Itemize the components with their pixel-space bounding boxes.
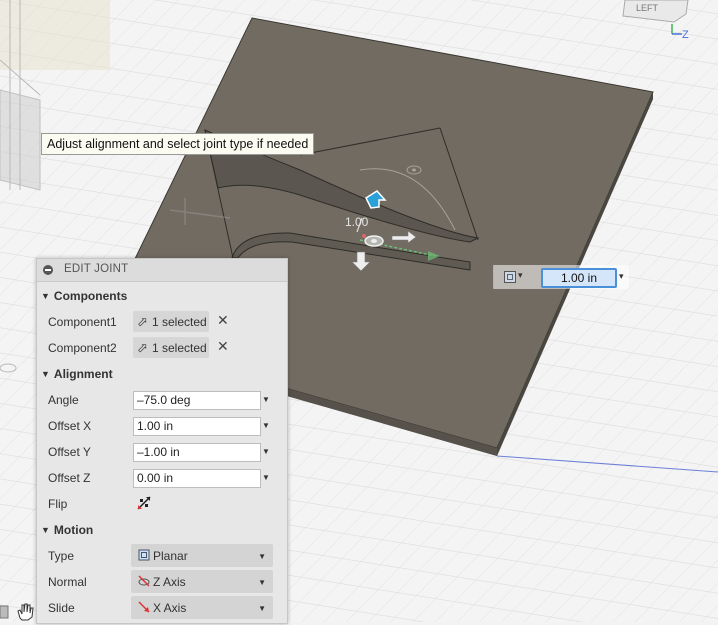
planar-joint-icon (138, 549, 150, 561)
offset-z-input[interactable] (134, 470, 260, 485)
angle-label: Angle (48, 393, 79, 407)
component2-clear-icon[interactable]: ✕ (217, 338, 229, 355)
slide-value: X Axis (153, 601, 187, 615)
pan-hand-icon[interactable] (0, 600, 36, 622)
normal-value: Z Axis (153, 575, 186, 589)
floating-distance-input[interactable] (541, 268, 617, 288)
component2-label: Component2 (48, 341, 117, 355)
component1-clear-icon[interactable]: ✕ (217, 312, 229, 329)
input-mode-dropdown[interactable]: ▾ (504, 270, 526, 284)
x-axis-icon (138, 601, 150, 613)
component1-select-button[interactable]: ⬀ 1 selected (133, 311, 209, 332)
cursor-arrow-icon: ⬀ (137, 314, 148, 329)
tooltip: Adjust alignment and select joint type i… (41, 133, 315, 155)
panel-header: EDIT JOINT (37, 259, 287, 282)
chevron-down-icon: ▼ (258, 578, 266, 587)
component1-label: Component1 (48, 315, 117, 329)
triangle-down-icon: ▼ (41, 291, 50, 301)
normal-label: Normal (48, 575, 87, 589)
component2-select-button[interactable]: ⬀ 1 selected (133, 337, 209, 358)
offset-x-input[interactable] (134, 418, 260, 433)
offset-x-row: Offset X ▼ (37, 413, 287, 439)
z-axis-icon (138, 575, 150, 587)
angle-row: Angle ▼ (37, 387, 287, 413)
viewcube-face-label: LEFT (636, 3, 659, 13)
offset-z-dropdown-icon[interactable]: ▼ (262, 473, 270, 482)
flip-row: Flip (37, 491, 287, 517)
bottom-toolbar (0, 600, 36, 622)
offset-y-input[interactable] (134, 444, 260, 459)
section-alignment-label: Alignment (53, 367, 113, 381)
chevron-down-icon: ▾ (518, 270, 523, 280)
offset-x-label: Offset X (48, 419, 92, 433)
type-row: Type Planar ▼ (37, 543, 287, 569)
normal-dropdown[interactable]: Z Axis ▼ (131, 570, 273, 593)
offset-x-field (133, 417, 261, 436)
manipulator-value-label: 1.00 (345, 215, 369, 229)
type-value: Planar (153, 549, 188, 563)
cursor-arrow-icon: ⬀ (137, 340, 148, 355)
planar-icon (504, 271, 516, 283)
type-label: Type (48, 549, 75, 563)
panel-title: EDIT JOINT (64, 263, 129, 275)
offset-z-label: Offset Z (48, 471, 91, 485)
chevron-down-icon: ▼ (258, 552, 266, 561)
section-components-label: Components (53, 289, 128, 303)
floating-input-dropdown-icon[interactable]: ▾ (619, 271, 624, 282)
triangle-down-icon: ▼ (41, 525, 50, 535)
angle-dropdown-icon[interactable]: ▼ (262, 395, 270, 404)
component2-value: 1 selected (152, 341, 207, 355)
offset-z-field (133, 469, 261, 488)
offset-x-dropdown-icon[interactable]: ▼ (262, 421, 270, 430)
offset-y-dropdown-icon[interactable]: ▼ (262, 447, 270, 456)
edit-joint-panel: EDIT JOINT ▼ Components Component1 ⬀ 1 se… (36, 258, 288, 624)
component1-value: 1 selected (152, 315, 207, 329)
component2-row: Component2 ⬀ 1 selected ✕ (37, 335, 287, 361)
section-motion-label: Motion (53, 523, 94, 537)
chevron-down-icon: ▼ (258, 604, 266, 613)
section-alignment[interactable]: ▼ Alignment (41, 367, 113, 387)
angle-input[interactable] (134, 392, 260, 407)
offset-y-row: Offset Y ▼ (37, 439, 287, 465)
offset-z-row: Offset Z ▼ (37, 465, 287, 491)
slide-row: Slide X Axis ▼ (37, 595, 287, 621)
collapse-icon[interactable] (43, 265, 53, 275)
offset-y-label: Offset Y (48, 445, 91, 459)
slide-label: Slide (48, 601, 75, 615)
type-dropdown[interactable]: Planar ▼ (131, 544, 273, 567)
viewcube-axis-z-label: Z (682, 29, 689, 41)
offset-y-field (133, 443, 261, 462)
section-components[interactable]: ▼ Components (41, 289, 127, 309)
flip-icon[interactable] (137, 496, 151, 510)
component1-row: Component1 ⬀ 1 selected ✕ (37, 309, 287, 335)
floating-offset-input: ▾ ▾ (493, 265, 629, 289)
section-motion[interactable]: ▼ Motion (41, 523, 93, 543)
triangle-down-icon: ▼ (41, 369, 50, 379)
normal-row: Normal Z Axis ▼ (37, 569, 287, 595)
flip-label: Flip (48, 497, 68, 511)
slide-dropdown[interactable]: X Axis ▼ (131, 596, 273, 619)
angle-field (133, 391, 261, 410)
